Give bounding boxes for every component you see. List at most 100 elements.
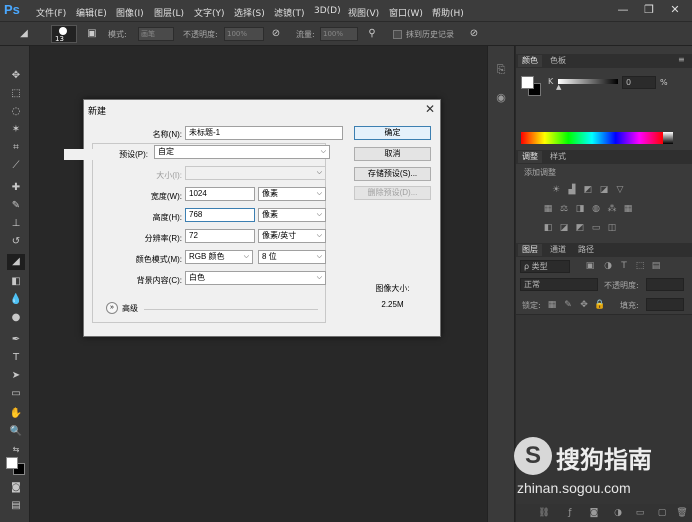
filter-shape-icon[interactable]: ⬚: [634, 260, 646, 272]
flow-input[interactable]: 100%: [320, 27, 358, 41]
balance-icon[interactable]: ⚖: [558, 203, 570, 215]
lasso-tool-icon[interactable]: ◌: [7, 104, 25, 120]
filter-pixel-icon[interactable]: ▣: [584, 260, 596, 272]
type-tool-icon[interactable]: T: [7, 350, 25, 366]
resolution-input[interactable]: 72: [185, 229, 255, 243]
menu-view[interactable]: 视图(V): [348, 6, 379, 19]
filter-type-icon[interactable]: T: [618, 260, 630, 272]
menu-file[interactable]: 文件(F): [36, 6, 66, 19]
restore-button[interactable]: ❐: [638, 3, 660, 17]
delete-layer-icon[interactable]: 🗑: [676, 507, 688, 519]
tab-swatches[interactable]: 色板: [546, 55, 570, 67]
layer-opacity-input[interactable]: [646, 278, 684, 291]
new-group-icon[interactable]: ▭: [634, 507, 646, 519]
marquee-tool-icon[interactable]: ⬚: [7, 86, 25, 102]
hue-icon[interactable]: ▦: [542, 203, 554, 215]
save-preset-button[interactable]: 存储预设(S)...: [354, 167, 431, 181]
filter-smart-icon[interactable]: ▤: [650, 260, 662, 272]
new-layer-icon[interactable]: ▢: [656, 507, 668, 519]
airbrush-icon[interactable]: ⚲: [364, 26, 380, 42]
layer-style-icon[interactable]: ƒ: [564, 507, 576, 519]
path-select-tool-icon[interactable]: ➤: [7, 368, 25, 384]
shape-tool-icon[interactable]: ▭: [7, 386, 25, 402]
menu-select[interactable]: 选择(S): [234, 6, 265, 19]
gradient-map-icon[interactable]: ▭: [590, 222, 602, 234]
properties-panel-icon[interactable]: ◉: [495, 92, 507, 104]
crop-tool-icon[interactable]: ⌗: [7, 140, 25, 156]
dodge-tool-icon[interactable]: ●: [7, 310, 25, 326]
posterize-icon[interactable]: ◪: [558, 222, 570, 234]
brightness-icon[interactable]: ☀: [550, 184, 562, 196]
opacity-input[interactable]: 100%: [224, 27, 264, 41]
name-input[interactable]: 未标题-1: [185, 126, 343, 140]
vibrance-icon[interactable]: ▽: [614, 184, 626, 196]
close-window-button[interactable]: ✕: [664, 3, 686, 17]
photo-filter-icon[interactable]: ◍: [590, 203, 602, 215]
layer-filter-select[interactable]: ρ 类型: [520, 260, 570, 273]
levels-icon[interactable]: ▟: [566, 184, 578, 196]
minimize-button[interactable]: —: [612, 3, 634, 17]
curves-icon[interactable]: ◩: [582, 184, 594, 196]
background-select[interactable]: 白色 ⌵: [185, 271, 326, 285]
fill-input[interactable]: [646, 298, 684, 311]
eraser-tool-icon[interactable]: ◢: [16, 26, 32, 42]
threshold-icon[interactable]: ◩: [574, 222, 586, 234]
history-checkbox[interactable]: [393, 30, 402, 39]
blur-tool-icon[interactable]: 💧: [7, 292, 25, 308]
eyedropper-tool-icon[interactable]: ⟋: [7, 158, 25, 174]
lock-position-icon[interactable]: ✥: [578, 299, 590, 311]
tab-adjustments[interactable]: 调整: [518, 151, 542, 163]
invert-icon[interactable]: ◧: [542, 222, 554, 234]
channel-input[interactable]: 0: [622, 76, 656, 89]
exposure-icon[interactable]: ◪: [598, 184, 610, 196]
quick-mask-icon[interactable]: ◙: [7, 480, 25, 496]
mode-select[interactable]: 画笔: [138, 27, 174, 41]
eraser-tool-active-icon[interactable]: ◢: [7, 254, 25, 270]
blend-mode-select[interactable]: 正常: [520, 278, 598, 291]
advanced-toggle-icon[interactable]: »: [106, 302, 118, 314]
width-unit-select[interactable]: 像素 ⌵: [258, 187, 326, 201]
tab-styles[interactable]: 样式: [546, 151, 570, 163]
preset-select[interactable]: 自定 ⌵: [154, 145, 330, 159]
pen-tool-icon[interactable]: ✒: [7, 332, 25, 348]
foreground-color-swatch[interactable]: [6, 457, 18, 469]
dialog-close-icon[interactable]: ✕: [422, 101, 438, 117]
hand-tool-icon[interactable]: ✋: [7, 406, 25, 422]
menu-3d[interactable]: 3D(D): [314, 6, 341, 16]
brush-panel-icon[interactable]: ▣: [84, 26, 100, 42]
zoom-tool-icon[interactable]: 🔍: [7, 424, 25, 440]
menu-image[interactable]: 图像(I): [116, 6, 144, 19]
height-unit-select[interactable]: 像素 ⌵: [258, 208, 326, 222]
menu-edit[interactable]: 编辑(E): [76, 6, 107, 19]
cancel-button[interactable]: 取消: [354, 147, 431, 161]
link-layers-icon[interactable]: ⛓: [538, 507, 550, 519]
gradient-tool-icon[interactable]: ◧: [7, 274, 25, 290]
ok-button[interactable]: 确定: [354, 126, 431, 140]
tab-channels[interactable]: 通道: [546, 244, 570, 256]
color-mode-select[interactable]: RGB 颜色 ⌵: [185, 250, 253, 264]
filter-adjust-icon[interactable]: ◑: [602, 260, 614, 272]
menu-layer[interactable]: 图层(L): [154, 6, 184, 19]
healing-tool-icon[interactable]: ✚: [7, 180, 25, 196]
stamp-tool-icon[interactable]: ⊥: [7, 216, 25, 232]
channel-mixer-icon[interactable]: ⁂: [606, 203, 618, 215]
adjustment-layer-icon[interactable]: ◑: [612, 507, 624, 519]
pressure-opacity-icon[interactable]: ⊘: [268, 26, 284, 42]
lock-paint-icon[interactable]: ✎: [562, 299, 574, 311]
screen-mode-icon[interactable]: ▤: [7, 498, 25, 514]
brush-preset-picker[interactable]: 13: [51, 25, 77, 43]
panel-menu-icon[interactable]: ≡: [678, 55, 685, 64]
bw-icon[interactable]: ◨: [574, 203, 586, 215]
layer-mask-icon[interactable]: ◙: [588, 507, 600, 519]
magic-wand-tool-icon[interactable]: ✶: [7, 122, 25, 138]
height-input[interactable]: 768: [185, 208, 255, 222]
pressure-size-icon[interactable]: ⊘: [466, 26, 482, 42]
color-spectrum[interactable]: [521, 132, 663, 144]
resolution-unit-select[interactable]: 像素/英寸 ⌵: [258, 229, 326, 243]
brush-tool-icon[interactable]: ✎: [7, 198, 25, 214]
tab-color[interactable]: 颜色: [518, 55, 542, 67]
history-brush-tool-icon[interactable]: ↺: [7, 234, 25, 250]
lock-all-icon[interactable]: 🔒: [594, 299, 606, 311]
selective-color-icon[interactable]: ◫: [606, 222, 618, 234]
lock-pixels-icon[interactable]: ▦: [546, 299, 558, 311]
